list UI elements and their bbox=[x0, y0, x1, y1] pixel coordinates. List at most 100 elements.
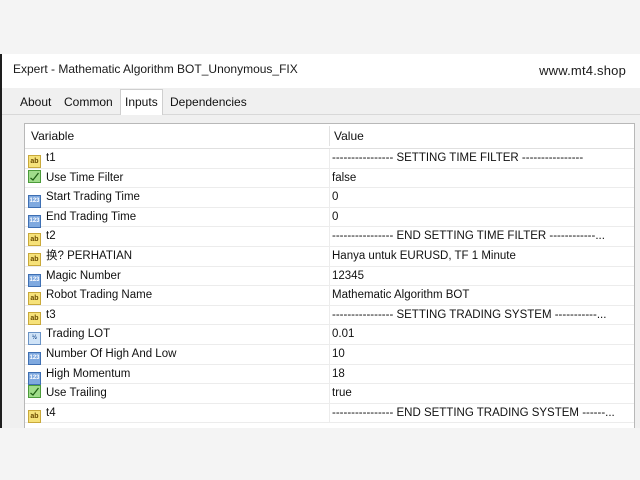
table-header: Variable Value bbox=[25, 124, 634, 149]
variable-name: Trading LOT bbox=[46, 328, 111, 341]
variable-cell: ab t1 bbox=[28, 149, 56, 168]
table-row[interactable]: 123 Start Trading Time 0 bbox=[25, 188, 634, 209]
expert-properties-dialog: Expert - Mathematic Algorithm BOT_Unonym… bbox=[0, 54, 640, 428]
variable-name: Start Trading Time bbox=[46, 191, 140, 204]
string-type-icon: ab bbox=[28, 155, 41, 168]
variable-cell: 123 High Momentum bbox=[28, 365, 131, 385]
column-divider[interactable] bbox=[329, 126, 330, 146]
inputs-table: Variable Value ab t1 ---------------- SETT… bbox=[24, 123, 635, 428]
table-row[interactable]: Use Time Filter false bbox=[25, 168, 634, 189]
value-cell[interactable]: 0 bbox=[332, 208, 632, 227]
variable-cell: 123 End Trading Time bbox=[28, 208, 137, 228]
cell-divider bbox=[329, 149, 330, 168]
table-row[interactable]: ab 换? PERHATIAN Hanya untuk EURUSD, TF 1 M… bbox=[25, 247, 634, 267]
tab-common[interactable]: Common bbox=[60, 92, 117, 113]
cell-divider bbox=[329, 305, 330, 325]
cell-divider bbox=[329, 188, 330, 207]
cell-divider bbox=[329, 345, 330, 364]
string-type-icon: ab bbox=[28, 292, 41, 306]
variable-cell: 123 Number Of High And Low bbox=[28, 345, 177, 365]
table-row[interactable]: ab t4 ---------------- END SETTING TRADING… bbox=[25, 403, 634, 424]
table-row[interactable]: 123 End Trading Time 0 bbox=[25, 207, 634, 228]
integer-type-icon: 123 bbox=[28, 214, 41, 228]
variable-cell: 123 Magic Number bbox=[28, 267, 121, 287]
variable-cell: ab t2 bbox=[28, 227, 56, 247]
value-cell[interactable]: false bbox=[332, 169, 632, 188]
table-row[interactable]: ab t1 ---------------- SETTING TIME FILTER… bbox=[25, 149, 634, 169]
value-cell[interactable]: ---------------- END SETTING TIME FILTER… bbox=[332, 227, 632, 246]
value-cell[interactable]: Mathematic Algorithm BOT bbox=[332, 286, 632, 305]
tab-dependencies[interactable]: Dependencies bbox=[166, 92, 251, 113]
variable-name: 换? PERHATIAN bbox=[46, 250, 133, 262]
value-cell[interactable]: Hanya untuk EURUSD, TF 1 Minute bbox=[332, 247, 632, 266]
table-row[interactable]: Use Trailing true bbox=[25, 384, 634, 404]
cell-divider bbox=[329, 403, 330, 423]
variable-name: High Momentum bbox=[46, 367, 131, 380]
variable-name: t3 bbox=[46, 308, 56, 321]
variable-name: Use Trailing bbox=[46, 387, 107, 400]
string-type-icon: ab bbox=[28, 233, 41, 247]
variable-name: End Trading Time bbox=[46, 210, 137, 223]
cell-divider bbox=[329, 325, 330, 344]
variable-cell: Use Trailing bbox=[28, 384, 107, 403]
tab-inputs[interactable]: Inputs bbox=[120, 89, 163, 115]
string-type-icon: ab bbox=[28, 311, 41, 325]
cell-divider bbox=[329, 286, 330, 305]
boolean-type-icon bbox=[28, 169, 41, 183]
double-type-icon: ½ bbox=[28, 332, 41, 346]
table-row[interactable]: ab t2 ---------------- END SETTING TIME FI… bbox=[25, 227, 634, 247]
tab-bar: About Common Inputs Dependencies bbox=[0, 88, 640, 115]
title-bar: Expert - Mathematic Algorithm BOT_Unonym… bbox=[0, 54, 640, 88]
variable-name: Number Of High And Low bbox=[46, 348, 177, 360]
value-cell[interactable]: 0.01 bbox=[332, 325, 632, 344]
integer-type-icon: 123 bbox=[28, 273, 41, 287]
variable-cell: 123 Start Trading Time bbox=[28, 188, 140, 209]
variable-cell: ab t4 bbox=[28, 404, 56, 423]
value-cell[interactable]: ---------------- END SETTING TRADING SYS… bbox=[332, 404, 632, 423]
variable-cell: ab Robot Trading Name bbox=[28, 286, 153, 306]
cell-divider bbox=[329, 266, 330, 286]
window-title: Expert - Mathematic Algorithm BOT_Unonym… bbox=[13, 62, 298, 76]
cell-divider bbox=[329, 227, 330, 246]
variable-cell: Use Time Filter bbox=[28, 169, 123, 188]
variable-cell: ab 换? PERHATIAN bbox=[28, 247, 132, 266]
background-bottom bbox=[0, 428, 640, 480]
integer-type-icon: 123 bbox=[28, 371, 41, 385]
variable-cell: ab t3 bbox=[28, 306, 56, 325]
variable-name: t2 bbox=[46, 230, 56, 243]
cell-divider bbox=[329, 364, 330, 384]
variable-cell: ½ Trading LOT bbox=[28, 325, 111, 346]
site-watermark: www.mt4.shop bbox=[539, 63, 626, 78]
background-chart-edge bbox=[0, 54, 2, 428]
column-header-variable[interactable]: Variable bbox=[31, 124, 74, 148]
value-cell[interactable]: 10 bbox=[332, 345, 632, 364]
string-type-icon: ab bbox=[28, 409, 41, 423]
tab-about[interactable]: About bbox=[16, 92, 55, 113]
variable-name: Robot Trading Name bbox=[46, 289, 153, 302]
variable-name: Magic Number bbox=[46, 269, 121, 282]
table-row[interactable]: ½ Trading LOT 0.01 bbox=[25, 325, 634, 346]
cell-divider bbox=[329, 207, 330, 227]
table-row[interactable]: ab Robot Trading Name Mathematic Algorithm… bbox=[25, 286, 634, 306]
value-cell[interactable]: 12345 bbox=[332, 267, 632, 286]
cell-divider bbox=[329, 247, 330, 266]
variable-name: Use Time Filter bbox=[46, 171, 124, 184]
variable-name: t1 bbox=[46, 152, 56, 164]
table-row[interactable]: ab t3 ---------------- SETTING TRADING SYS… bbox=[25, 305, 634, 326]
value-cell[interactable]: true bbox=[332, 384, 632, 403]
cell-divider bbox=[329, 384, 330, 403]
table-row[interactable]: 123 Number Of High And Low 10 bbox=[25, 345, 634, 365]
table-row[interactable]: 123 High Momentum 18 bbox=[25, 364, 634, 385]
value-cell[interactable]: 0 bbox=[332, 188, 632, 207]
inputs-panel: Variable Value ab t1 ---------------- SETT… bbox=[0, 115, 640, 428]
variable-name: t4 bbox=[46, 406, 56, 419]
table-row[interactable]: 123 Magic Number 12345 bbox=[25, 266, 634, 287]
background-top bbox=[0, 0, 640, 54]
integer-type-icon: 123 bbox=[28, 352, 41, 365]
string-type-icon: ab bbox=[28, 253, 41, 266]
cell-divider bbox=[329, 168, 330, 188]
value-cell[interactable]: ---------------- SETTING TRADING SYSTEM … bbox=[332, 306, 632, 325]
value-cell[interactable]: ---------------- SETTING TIME FILTER ---… bbox=[332, 149, 632, 168]
column-header-value[interactable]: Value bbox=[334, 124, 364, 148]
value-cell[interactable]: 18 bbox=[332, 365, 632, 384]
